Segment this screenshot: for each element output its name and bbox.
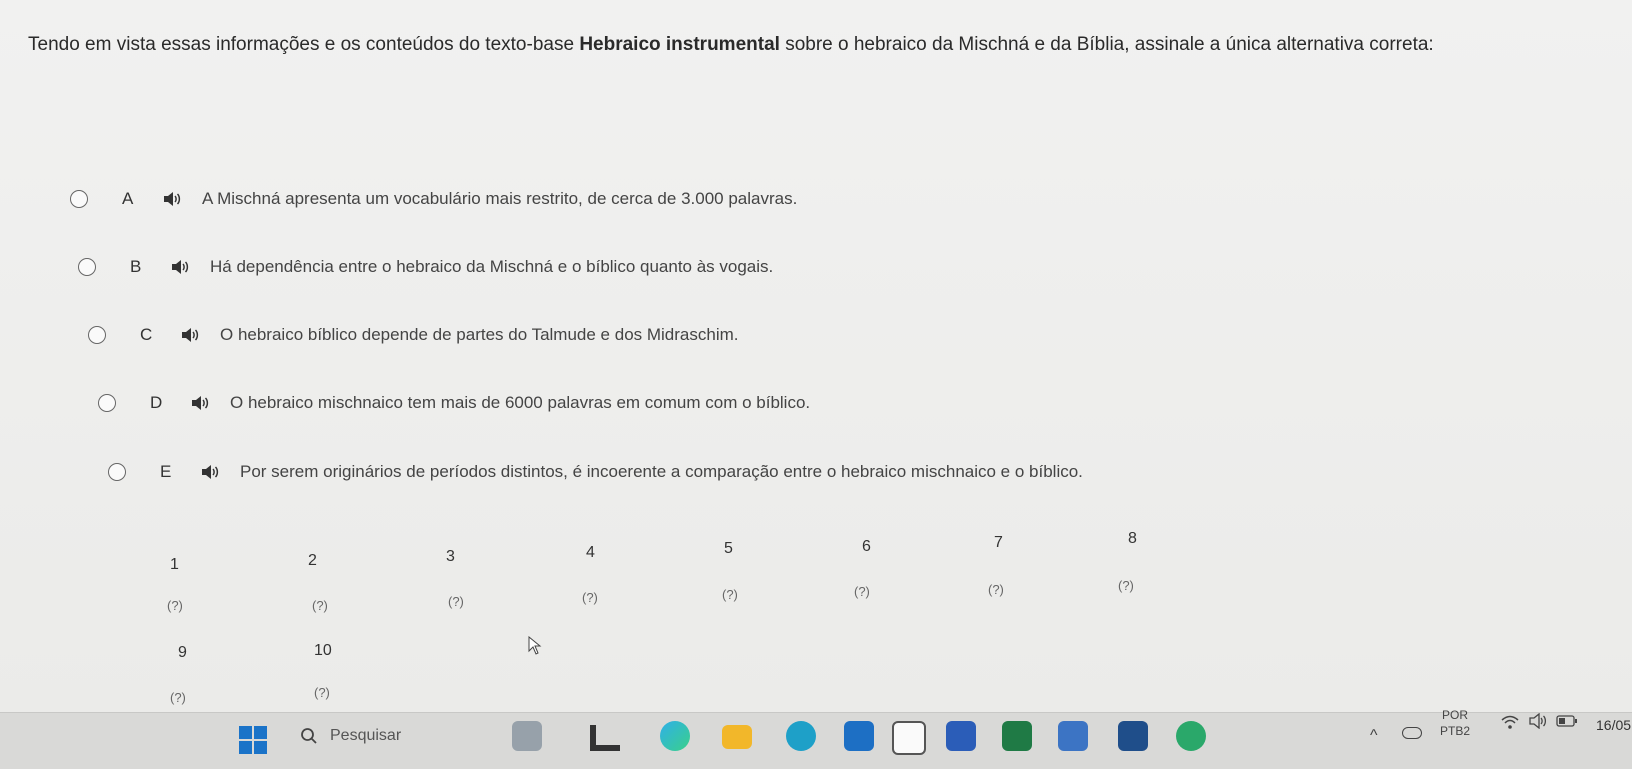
word-icon[interactable]: [946, 721, 976, 751]
option-letter: B: [130, 257, 142, 276]
speaker-icon[interactable]: [162, 191, 184, 207]
radio-a[interactable]: [70, 190, 88, 208]
question-nav-num[interactable]: 10: [314, 642, 332, 660]
question-text: Tendo em vista essas informações e os co…: [28, 34, 1434, 56]
question-nav-status: (?): [1118, 578, 1134, 593]
wifi-icon[interactable]: [1500, 715, 1520, 731]
file-explorer-icon[interactable]: [722, 725, 752, 749]
language-line1: POR: [1442, 708, 1469, 722]
option-b[interactable]: B Há dependência entre o hebraico da Mis…: [78, 257, 773, 277]
option-letter: E: [160, 462, 172, 481]
question-nav-status: (?): [314, 685, 330, 700]
question-nav-num[interactable]: 4: [586, 544, 595, 562]
question-nav-status: (?): [722, 587, 738, 602]
question-nav-status: (?): [854, 584, 870, 599]
option-letter: A: [122, 189, 134, 208]
speaker-icon[interactable]: [200, 464, 222, 480]
question-nav-num[interactable]: 8: [1128, 530, 1137, 548]
store-icon[interactable]: [844, 721, 874, 751]
taskbar-search[interactable]: Pesquisar: [300, 727, 401, 745]
quiz-page: Tendo em vista essas informações e os co…: [0, 0, 1632, 712]
volume-icon[interactable]: [1528, 713, 1550, 729]
option-d[interactable]: D O hebraico mischnaico tem mais de 6000…: [98, 393, 810, 413]
option-text: A Mischná apresenta um vocabulário mais …: [202, 189, 798, 208]
battery-icon[interactable]: [1556, 715, 1578, 727]
question-nav-num[interactable]: 2: [308, 552, 317, 570]
question-nav-num[interactable]: 6: [862, 538, 871, 556]
tray-app-icon[interactable]: [1402, 727, 1422, 739]
whatsapp-icon[interactable]: [1176, 721, 1206, 751]
language-line2: PTB2: [1440, 724, 1471, 738]
option-text: O hebraico mischnaico tem mais de 6000 p…: [230, 393, 811, 412]
option-letter: C: [140, 325, 153, 344]
question-nav-status: (?): [312, 598, 328, 613]
radio-e[interactable]: [108, 463, 126, 481]
speaker-icon[interactable]: [180, 327, 202, 343]
question-nav-num[interactable]: 5: [724, 540, 733, 558]
mouse-cursor-icon: [528, 636, 542, 655]
widgets-app-icon[interactable]: [512, 721, 542, 751]
clock-date[interactable]: 16/05: [1596, 717, 1631, 733]
edge-browser-icon[interactable]: [660, 721, 690, 751]
calculator-icon[interactable]: [1058, 721, 1088, 751]
radio-d[interactable]: [98, 394, 116, 412]
question-nav-status: (?): [170, 690, 186, 705]
camera-icon[interactable]: [892, 721, 926, 755]
search-label: Pesquisar: [330, 727, 402, 744]
option-e[interactable]: E Por serem originários de períodos dist…: [108, 462, 1083, 482]
question-nav-num[interactable]: 3: [446, 548, 455, 566]
task-view-icon[interactable]: [590, 725, 620, 751]
option-text: Há dependência entre o hebraico da Misch…: [210, 257, 774, 276]
speaker-icon[interactable]: [170, 259, 192, 275]
radio-b[interactable]: [78, 258, 96, 276]
radio-c[interactable]: [88, 326, 106, 344]
option-letter: D: [150, 393, 163, 412]
option-c[interactable]: C O hebraico bíblico depende de partes d…: [88, 325, 739, 345]
question-nav-status: (?): [582, 590, 598, 605]
windows-start-icon[interactable]: [238, 725, 268, 755]
taskbar: Pesquisar ^ POR PTB2 16/05: [0, 708, 1632, 769]
app-c-icon[interactable]: [786, 721, 816, 751]
option-text: O hebraico bíblico depende de partes do …: [220, 325, 739, 344]
app-square-icon[interactable]: [1118, 721, 1148, 751]
question-nav-status: (?): [988, 582, 1004, 597]
question-suffix: sobre o hebraico da Mischná e da Bíblia,…: [779, 34, 1434, 55]
question-nav-num[interactable]: 7: [994, 534, 1003, 552]
question-nav-status: (?): [448, 594, 464, 609]
chevron-up-icon[interactable]: ^: [1370, 727, 1378, 745]
speaker-icon[interactable]: [190, 395, 212, 411]
search-icon: [301, 728, 317, 744]
question-nav-status: (?): [167, 598, 183, 613]
language-indicator[interactable]: POR PTB2: [1440, 707, 1470, 739]
excel-icon[interactable]: [1002, 721, 1032, 751]
question-nav-num[interactable]: 9: [178, 644, 187, 662]
option-a[interactable]: A A Mischná apresenta um vocabulário mai…: [70, 189, 797, 209]
question-nav-num[interactable]: 1: [170, 556, 179, 574]
question-bold: Hebraico instrumental: [579, 34, 780, 55]
option-text: Por serem originários de períodos distin…: [240, 462, 1083, 481]
question-prefix: Tendo em vista essas informações e os co…: [28, 34, 580, 55]
